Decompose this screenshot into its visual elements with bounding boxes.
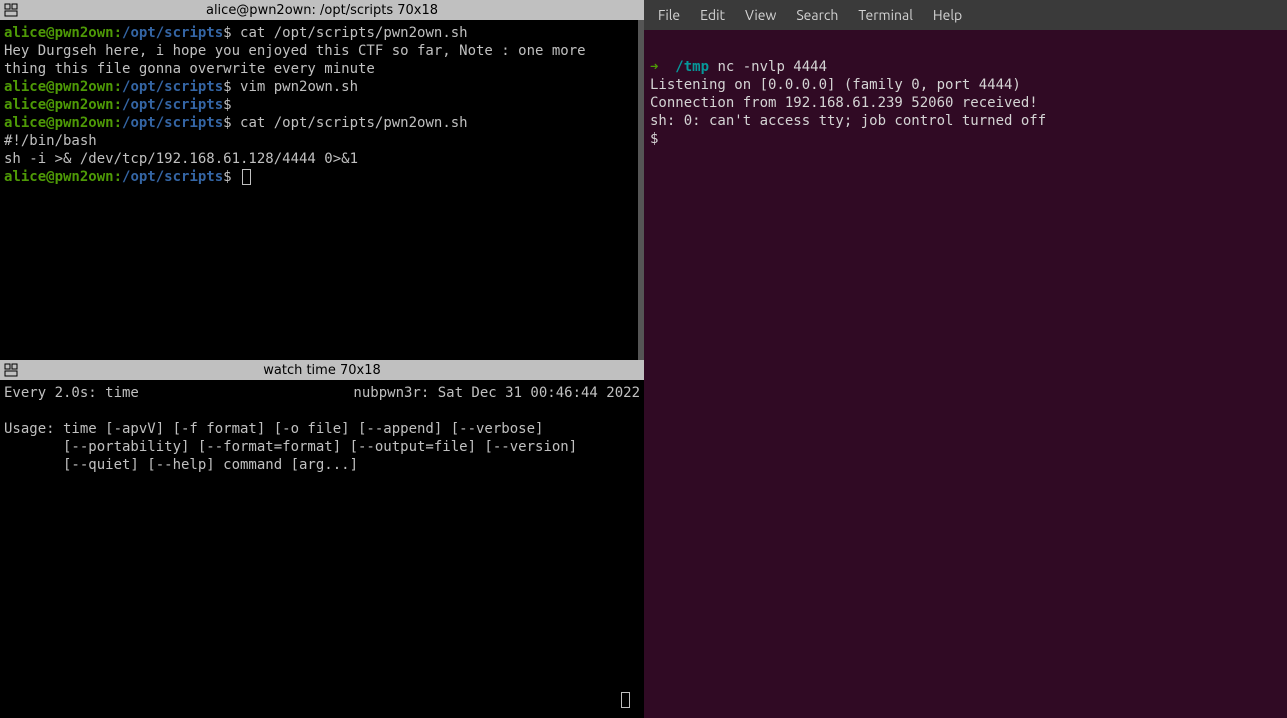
shell-prompt: $	[650, 131, 667, 147]
terminal-pane-bottom[interactable]: watch time 70x18 Every 2.0s: time nubpwn3…	[0, 360, 644, 718]
left-tmux-column: alice@pwn2own: /opt/scripts 70x18 alice@…	[0, 0, 644, 718]
command-text: cat /opt/scripts/pwn2own.sh	[232, 25, 468, 41]
cursor-bottom	[621, 692, 630, 708]
command-text: nc -nvlp 4444	[709, 59, 827, 75]
gnome-terminal[interactable]: File Edit View Search Terminal Help ➜ /t…	[644, 0, 1287, 718]
watch-interval: Every 2.0s: time	[4, 384, 139, 402]
watch-header: Every 2.0s: time nubpwn3r: Sat Dec 31 00:…	[4, 384, 640, 402]
watch-body: Usage: time [-apvV] [-f format] [-o file…	[4, 421, 577, 473]
terminal-pane-top[interactable]: alice@pwn2own: /opt/scripts 70x18 alice@…	[0, 0, 644, 360]
pane-title-top: alice@pwn2own: /opt/scripts 70x18	[206, 3, 438, 18]
watch-timestamp: nubpwn3r: Sat Dec 31 00:46:44 2022	[353, 384, 640, 402]
pane-title-bottom: watch time 70x18	[263, 363, 381, 378]
output-line: Listening on [0.0.0.0] (family 0, port 4…	[650, 77, 1021, 93]
scrollbar[interactable]	[638, 20, 644, 360]
terminal-output-top[interactable]: alice@pwn2own:/opt/scripts$ cat /opt/scr…	[0, 20, 644, 360]
menu-search[interactable]: Search	[786, 7, 848, 23]
pane-title-bar-top: alice@pwn2own: /opt/scripts 70x18	[0, 0, 644, 20]
terminal-output-bottom[interactable]: Every 2.0s: time nubpwn3r: Sat Dec 31 00:…	[0, 380, 644, 718]
window-icon	[2, 361, 20, 379]
output-line: sh: 0: can't access tty; job control tur…	[650, 113, 1046, 129]
menu-help[interactable]: Help	[923, 7, 972, 23]
menu-bar: File Edit View Search Terminal Help	[644, 0, 1287, 30]
prompt-path: /opt/scripts	[122, 25, 223, 41]
cursor-top	[242, 169, 251, 185]
output-text: Hey Durgseh here, i hope you enjoyed thi…	[4, 43, 586, 77]
prompt-user: alice@pwn2own	[4, 25, 114, 41]
output-line: Connection from 192.168.61.239 52060 rec…	[650, 95, 1038, 111]
menu-file[interactable]: File	[648, 7, 690, 23]
menu-terminal[interactable]: Terminal	[848, 7, 923, 23]
prompt-path: /tmp	[675, 59, 709, 75]
menu-edit[interactable]: Edit	[690, 7, 735, 23]
prompt-arrow-icon: ➜	[650, 59, 658, 75]
window-icon	[2, 1, 20, 19]
pane-title-bar-bottom: watch time 70x18	[0, 360, 644, 380]
menu-view[interactable]: View	[735, 7, 786, 23]
terminal-output-right[interactable]: ➜ /tmp nc -nvlp 4444 Listening on [0.0.0…	[644, 30, 1287, 718]
